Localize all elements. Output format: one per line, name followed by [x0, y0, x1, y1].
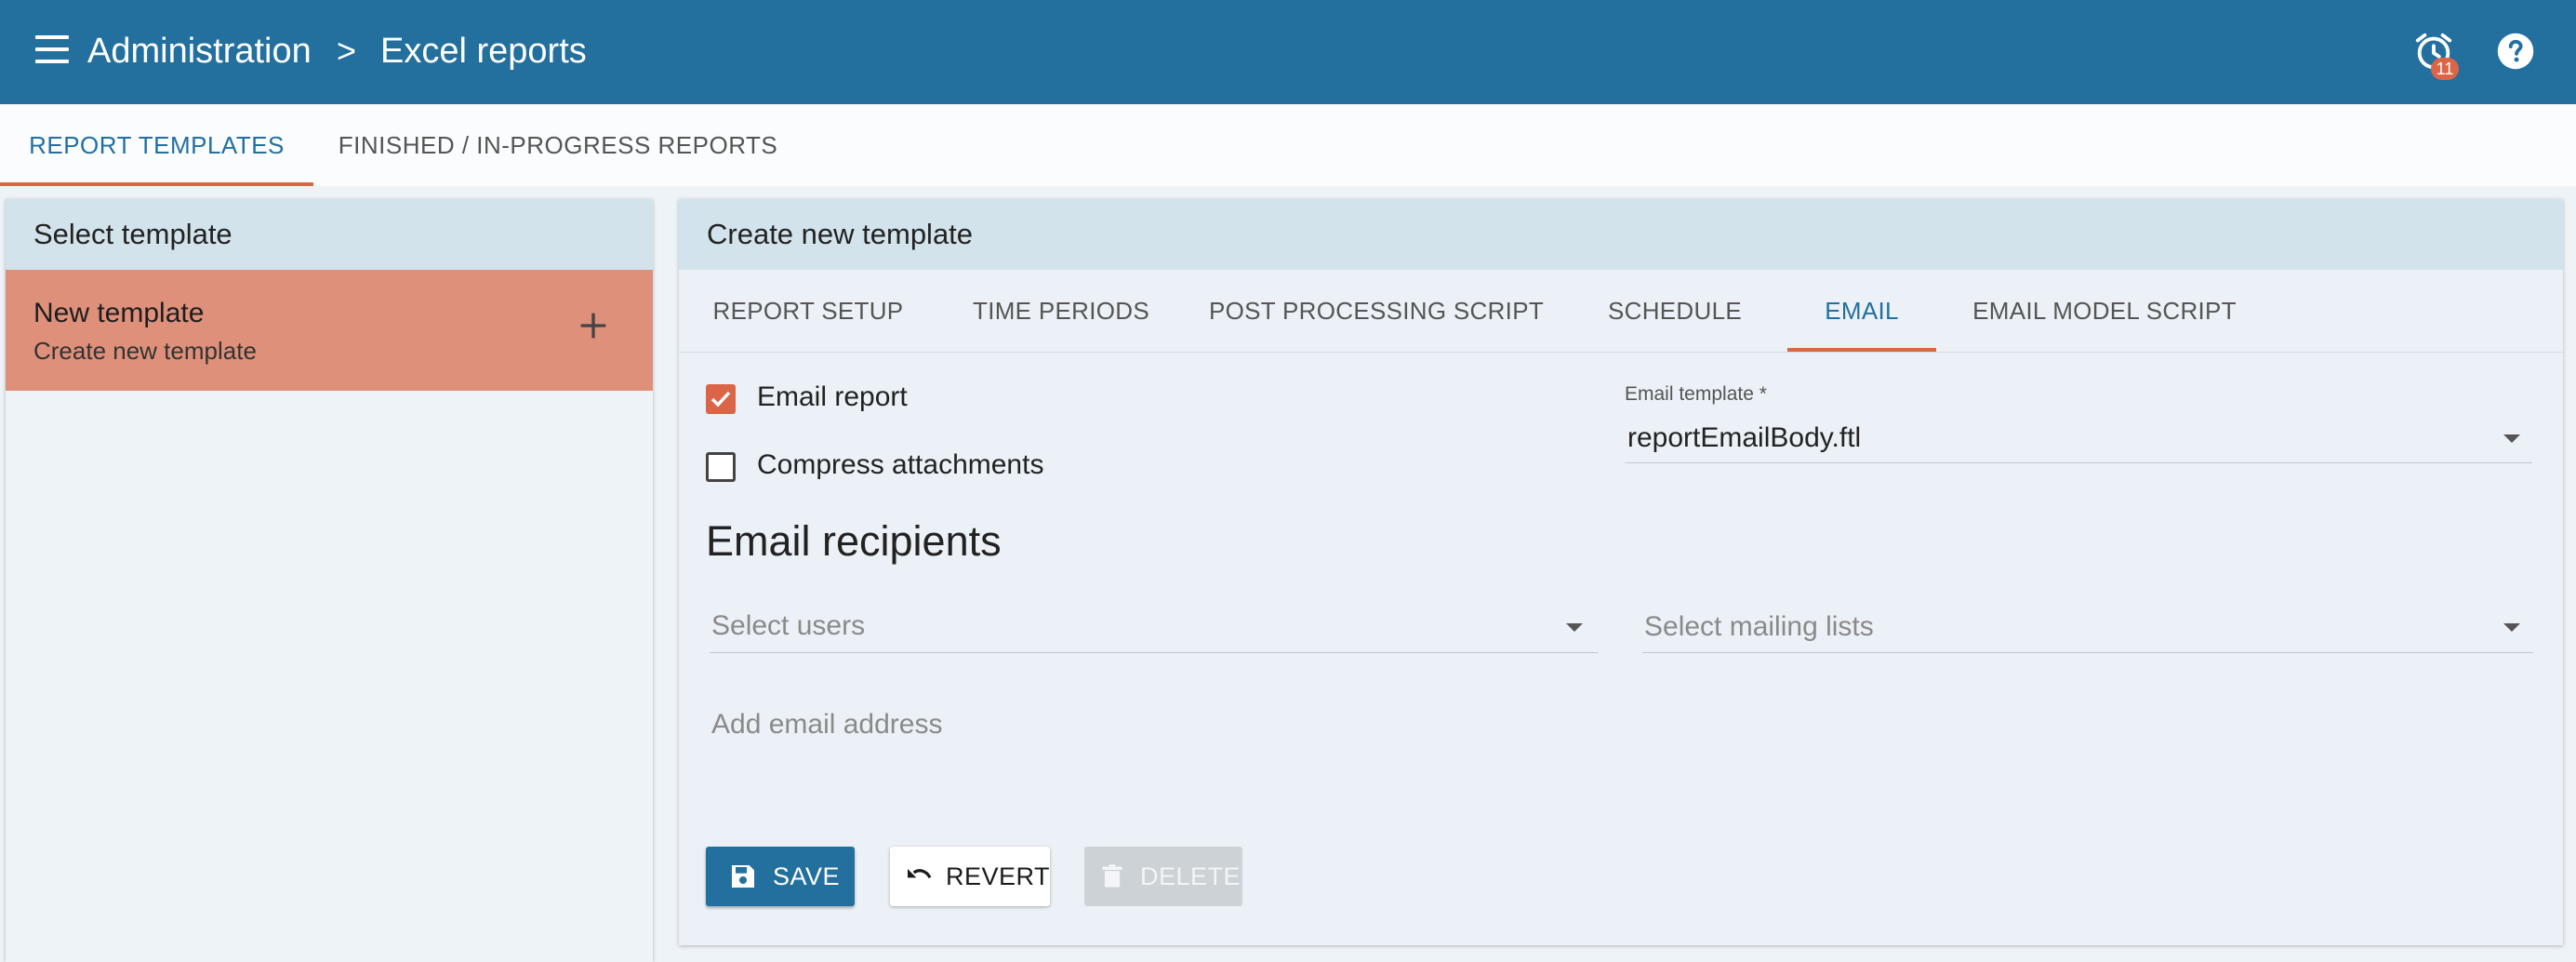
breadcrumb-excel-reports: Excel reports	[380, 32, 587, 71]
tab-finished-in-progress-reports[interactable]: FINISHED / IN-PROGRESS REPORTS	[335, 104, 781, 186]
template-item-new[interactable]: New template Create new template	[6, 270, 653, 391]
editor-title: Create new template	[679, 199, 2563, 270]
email-report-label: Email report	[757, 381, 908, 412]
email-template-select[interactable]: reportEmailBody.ftl	[1627, 422, 1861, 454]
alarm-count-badge: 11	[2431, 58, 2459, 80]
breadcrumb-administration[interactable]: Administration	[87, 28, 312, 74]
email-template-label: Email template *	[1625, 383, 1767, 405]
app-bar: Administration > Excel reports 11	[0, 0, 2576, 104]
tab-post-processing-script[interactable]: POST PROCESSING SCRIPT	[1200, 270, 1553, 352]
menu-icon[interactable]	[35, 35, 69, 65]
chevron-down-icon[interactable]	[2503, 623, 2520, 632]
add-email-address-input[interactable]: Add email address	[711, 709, 942, 741]
breadcrumb-separator: >	[337, 32, 357, 70]
main-tabs: REPORT TEMPLATES FINISHED / IN-PROGRESS …	[0, 104, 2576, 186]
template-list-title: Select template	[6, 199, 653, 270]
chevron-down-icon[interactable]	[1566, 623, 1583, 632]
select-mailing-lists-input[interactable]: Select mailing lists	[1644, 611, 1874, 643]
tab-report-setup[interactable]: REPORT SETUP	[679, 270, 937, 352]
compress-attachments-label: Compress attachments	[757, 449, 1044, 480]
revert-button[interactable]: REVERT	[890, 847, 1050, 906]
tab-schedule[interactable]: SCHEDULE	[1577, 270, 1773, 352]
template-list-panel: Select template New template Create new …	[6, 199, 653, 962]
delete-button: DELETE	[1084, 847, 1242, 906]
email-template-underline	[1625, 462, 2532, 463]
undo-icon	[908, 869, 932, 879]
email-recipients-title: Email recipients	[706, 517, 1002, 565]
tab-email[interactable]: EMAIL	[1787, 270, 1936, 352]
checkmark-icon	[710, 391, 731, 408]
save-button[interactable]: SAVE	[706, 847, 855, 906]
save-label: SAVE	[773, 862, 841, 890]
trash-icon	[1102, 864, 1122, 888]
help-icon[interactable]	[2496, 32, 2535, 71]
select-users-underline	[710, 652, 1599, 653]
select-users-input[interactable]: Select users	[711, 610, 865, 642]
tab-time-periods[interactable]: TIME PERIODS	[947, 270, 1175, 352]
revert-label: REVERT	[946, 862, 1051, 890]
template-editor-panel: Create new template REPORT SETUP TIME PE…	[679, 199, 2563, 945]
email-report-checkbox[interactable]	[706, 384, 736, 414]
plus-icon[interactable]	[575, 307, 612, 344]
chevron-down-icon[interactable]	[2503, 434, 2520, 443]
floppy-disk-icon	[732, 865, 754, 888]
tab-email-model-script[interactable]: EMAIL MODEL SCRIPT	[1957, 270, 2252, 352]
delete-label: DELETE	[1140, 862, 1242, 890]
select-mailing-lists-underline	[1642, 652, 2533, 653]
compress-attachments-checkbox[interactable]	[706, 452, 736, 482]
tab-report-templates[interactable]: REPORT TEMPLATES	[0, 104, 313, 186]
template-item-description: Create new template	[33, 337, 257, 365]
editor-tabs: REPORT SETUP TIME PERIODS POST PROCESSIN…	[679, 270, 2563, 353]
template-item-name: New template	[33, 298, 205, 328]
